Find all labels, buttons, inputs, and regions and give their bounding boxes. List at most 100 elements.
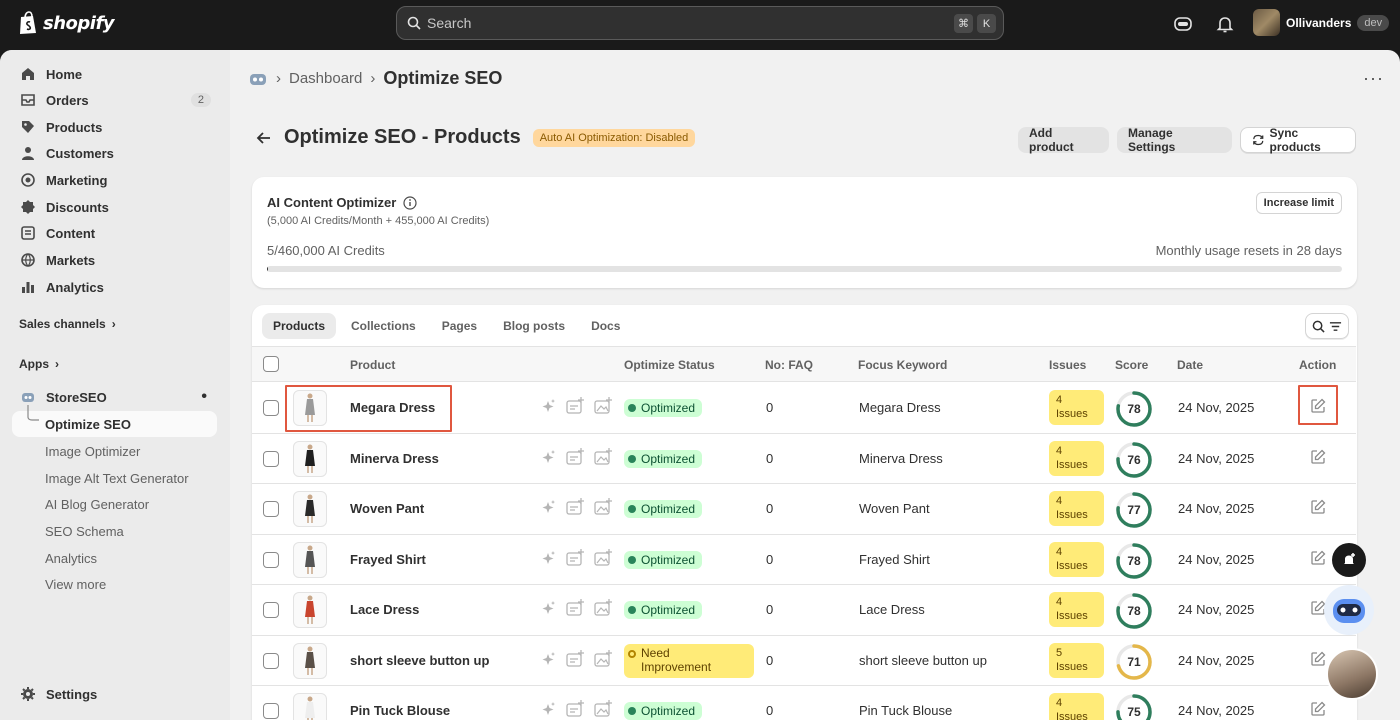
ai-content-icon[interactable]: [566, 700, 584, 718]
ai-image-alt-icon[interactable]: [594, 700, 612, 718]
product-name[interactable]: short sleeve button up: [350, 653, 489, 668]
ai-image-alt-icon[interactable]: [594, 649, 612, 668]
col-faq[interactable]: No: FAQ: [765, 358, 813, 372]
sidebar-item-markets[interactable]: Markets: [12, 247, 217, 273]
col-issues[interactable]: Issues: [1049, 358, 1086, 372]
product-name[interactable]: Minerva Dress: [350, 451, 439, 466]
increase-limit-button[interactable]: Increase limit: [1255, 192, 1342, 214]
sidebar-sub-item-image-optimizer[interactable]: Image Optimizer: [45, 444, 140, 459]
issues-badge[interactable]: 4 Issues: [1049, 491, 1104, 526]
ai-image-alt-icon[interactable]: [594, 548, 612, 567]
ai-content-icon[interactable]: [566, 498, 584, 516]
table-row[interactable]: Pin Tuck Blouse Optimized 0 Pin Tuck Blo…: [252, 686, 1356, 720]
table-row[interactable]: Minerva Dress Optimized 0 Minerva Dress …: [252, 434, 1356, 484]
row-checkbox[interactable]: [263, 400, 279, 416]
row-checkbox[interactable]: [263, 602, 279, 618]
ai-sparkle-icon[interactable]: [540, 397, 556, 415]
ai-content-icon[interactable]: [566, 548, 584, 567]
col-date[interactable]: Date: [1177, 358, 1203, 372]
sales-channels-section[interactable]: Sales channels ›: [19, 317, 116, 331]
ai-content-icon[interactable]: [566, 447, 584, 466]
issues-badge[interactable]: 4 Issues: [1049, 693, 1104, 720]
row-checkbox[interactable]: [263, 703, 279, 719]
sidebar-sub-item-optimize-seo[interactable]: Optimize SEO: [45, 417, 131, 432]
edit-icon[interactable]: [1310, 701, 1326, 717]
ai-sparkle-icon[interactable]: [540, 650, 556, 668]
row-checkbox[interactable]: [263, 551, 279, 568]
sidebar-item-content[interactable]: Content: [12, 220, 217, 246]
row-checkbox[interactable]: [263, 450, 279, 467]
pin-dot-icon[interactable]: •: [201, 388, 207, 406]
issues-badge[interactable]: 4 Issues: [1049, 592, 1104, 627]
col-product[interactable]: Product: [350, 358, 395, 372]
chatbot-assistant-button[interactable]: [1324, 585, 1374, 635]
col-focus-keyword[interactable]: Focus Keyword: [858, 358, 947, 372]
sidebar-sub-item-view-more[interactable]: View more: [45, 577, 106, 592]
ai-content-icon[interactable]: [566, 599, 584, 617]
sidebar-item-discounts[interactable]: Discounts: [12, 194, 217, 220]
manage-settings-button[interactable]: Manage Settings: [1117, 126, 1232, 154]
support-agent-avatar[interactable]: [1326, 648, 1378, 700]
row-checkbox[interactable]: [263, 501, 279, 517]
edit-icon[interactable]: [1310, 550, 1326, 566]
sidebar-item-marketing[interactable]: Marketing: [12, 167, 217, 193]
table-row[interactable]: Woven Pant Optimized 0 Woven Pant 4 Issue…: [252, 484, 1356, 535]
ai-sparkle-icon[interactable]: [540, 498, 556, 516]
ai-content-icon[interactable]: [566, 397, 584, 415]
search-filter-button[interactable]: [1305, 313, 1349, 339]
product-name[interactable]: Frayed Shirt: [350, 552, 426, 567]
tab-products[interactable]: Products: [262, 313, 337, 339]
back-arrow-icon[interactable]: [256, 130, 272, 146]
tab-pages[interactable]: Pages: [431, 313, 488, 339]
search-input[interactable]: Search ⌘ K: [396, 6, 1004, 40]
sidebar-sub-item-ai-blog[interactable]: AI Blog Generator: [45, 497, 149, 512]
edit-icon[interactable]: [1310, 651, 1326, 667]
product-name[interactable]: Pin Tuck Blouse: [350, 703, 450, 718]
sidebar-sub-item-image-alt-text[interactable]: Image Alt Text Generator: [45, 471, 189, 486]
ai-sparkle-icon[interactable]: [540, 700, 556, 718]
add-product-button[interactable]: Add product: [1018, 126, 1109, 154]
ai-image-alt-icon[interactable]: [594, 447, 612, 466]
tab-docs[interactable]: Docs: [580, 313, 631, 339]
notification-fab[interactable]: [1332, 543, 1366, 577]
breadcrumb-dashboard[interactable]: Dashboard: [289, 70, 362, 87]
issues-badge[interactable]: 4 Issues: [1049, 541, 1104, 577]
sidebar-item-customers[interactable]: Customers: [12, 140, 217, 166]
apps-section[interactable]: Apps ›: [19, 357, 59, 371]
table-row[interactable]: short sleeve button up Need Improvement 0…: [252, 636, 1356, 686]
edit-icon[interactable]: [1310, 449, 1326, 465]
sidebar-sub-item-analytics[interactable]: Analytics: [45, 551, 97, 566]
shopify-logo[interactable]: shopify: [18, 11, 115, 35]
col-score[interactable]: Score: [1115, 358, 1148, 372]
table-row[interactable]: Frayed Shirt Optimized 0 Frayed Shirt 4I…: [252, 535, 1356, 585]
storeseo-app-icon[interactable]: [248, 69, 268, 89]
issues-badge[interactable]: 4 Issues: [1049, 390, 1104, 425]
sidebar-item-analytics[interactable]: Analytics: [12, 274, 217, 300]
ai-image-alt-icon[interactable]: [594, 498, 612, 516]
sidebar-item-products[interactable]: Products: [12, 114, 217, 140]
sync-products-button[interactable]: Sync products: [1240, 126, 1356, 154]
ai-content-icon[interactable]: [566, 649, 584, 668]
store-menu[interactable]: Ollivanders dev: [1253, 9, 1390, 36]
ai-image-alt-icon[interactable]: [594, 599, 612, 617]
table-row[interactable]: Lace Dress Optimized 0 Lace Dress 4 Issue…: [252, 585, 1356, 636]
ai-sparkle-icon[interactable]: [540, 448, 556, 466]
issues-badge[interactable]: 5 Issues: [1049, 642, 1104, 678]
sidebar-item-home[interactable]: Home: [12, 61, 217, 87]
ai-sparkle-icon[interactable]: [540, 549, 556, 567]
notifications-bell-icon[interactable]: [1215, 14, 1235, 34]
sidebar-item-settings[interactable]: Settings: [12, 681, 217, 707]
ai-image-alt-icon[interactable]: [594, 397, 612, 415]
select-all-checkbox[interactable]: [263, 356, 279, 372]
product-name[interactable]: Lace Dress: [350, 602, 419, 617]
tab-collections[interactable]: Collections: [340, 313, 427, 339]
info-icon[interactable]: [403, 195, 417, 210]
assistant-icon[interactable]: [1173, 14, 1193, 34]
edit-icon[interactable]: [1310, 499, 1326, 515]
more-actions-icon[interactable]: ···: [1363, 68, 1384, 89]
product-name[interactable]: Woven Pant: [350, 501, 424, 516]
tab-blog-posts[interactable]: Blog posts: [492, 313, 576, 339]
row-checkbox[interactable]: [263, 652, 279, 669]
sidebar-sub-item-seo-schema[interactable]: SEO Schema: [45, 524, 124, 539]
sidebar-item-orders[interactable]: Orders 2: [12, 87, 217, 113]
